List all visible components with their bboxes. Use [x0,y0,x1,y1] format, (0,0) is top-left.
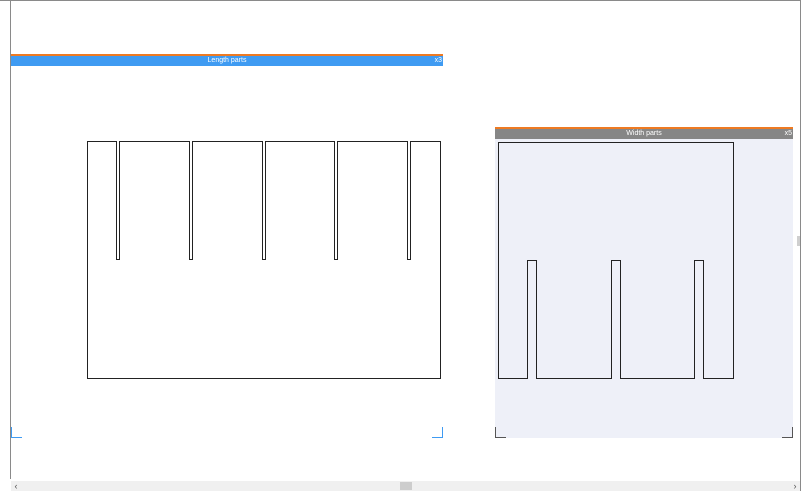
scroll-left-icon[interactable]: ‹ [11,481,21,491]
width-parts-panel[interactable]: Width parts x5 [495,127,793,438]
corner-mark-bottom-right [782,427,793,438]
corner-mark-bottom-left [11,427,22,438]
corner-mark-bottom-right [432,427,443,438]
corner-mark-bottom-left [495,427,506,438]
panel-title: Width parts [626,130,662,137]
panel-count: x3 [434,57,442,64]
panel-header[interactable]: Length parts x3 [11,56,443,66]
panel-count: x5 [784,130,792,137]
scroll-thumb[interactable] [400,482,412,490]
length-parts-panel[interactable]: Length parts x3 [11,54,443,438]
panel-header[interactable]: Width parts x5 [495,129,793,139]
width-part-outline [498,142,734,379]
length-part-outline [87,141,441,379]
horizontal-scrollbar[interactable]: ‹ › [11,481,800,491]
panel-title: Length parts [207,57,247,64]
scroll-right-icon[interactable]: › [790,481,800,491]
vertical-scroll-handle[interactable] [797,236,800,246]
